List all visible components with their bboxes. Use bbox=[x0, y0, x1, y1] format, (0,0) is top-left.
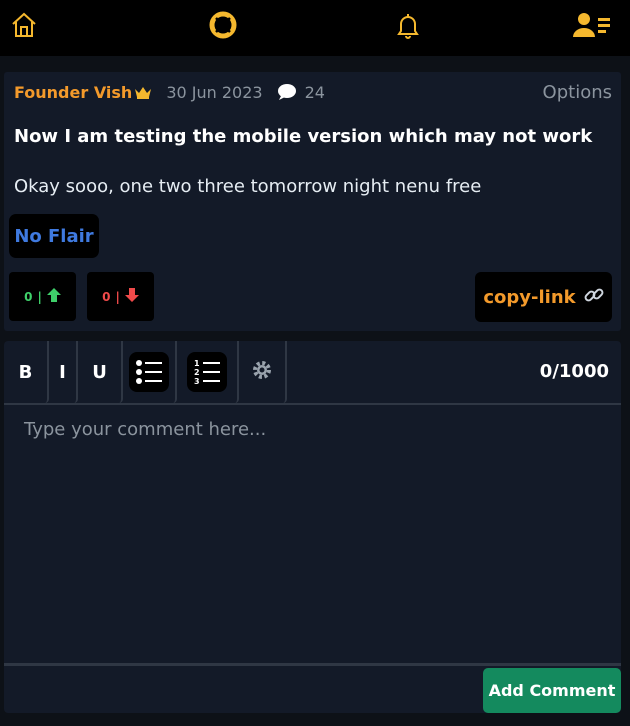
post-title: Now I am testing the mobile version whic… bbox=[14, 126, 593, 147]
bulleted-list-icon bbox=[129, 352, 169, 392]
italic-button[interactable]: I bbox=[49, 341, 78, 403]
post-author[interactable]: Founder Vish bbox=[14, 83, 132, 102]
character-count: 0/1000 bbox=[539, 361, 609, 382]
link-icon bbox=[584, 285, 604, 310]
svg-text:3: 3 bbox=[194, 377, 200, 386]
comment-count: 24 bbox=[304, 82, 325, 102]
downvote-button[interactable]: 0 | bbox=[87, 272, 154, 321]
editor-divider bbox=[4, 663, 621, 666]
settings-button[interactable] bbox=[239, 341, 287, 403]
vote-separator: | bbox=[115, 289, 120, 304]
top-navigation-bar bbox=[0, 0, 630, 56]
bell-icon[interactable] bbox=[393, 10, 423, 40]
comment-editor: B I U 123 0/1000 Add Comment bbox=[4, 341, 621, 713]
arrow-up-icon bbox=[46, 288, 61, 305]
post-meta: Founder Vish 30 Jun 2023 24 bbox=[14, 80, 325, 104]
vote-separator: | bbox=[37, 289, 42, 304]
upvote-button[interactable]: 0 | bbox=[9, 272, 76, 321]
post-date: 30 Jun 2023 bbox=[166, 82, 263, 102]
upvote-count: 0 bbox=[24, 289, 33, 304]
copy-link-button[interactable]: copy-link bbox=[475, 272, 612, 322]
copy-link-label: copy-link bbox=[483, 286, 576, 308]
flair-badge[interactable]: No Flair bbox=[9, 214, 99, 258]
bold-button[interactable]: B bbox=[4, 341, 49, 403]
post-body: Okay sooo, one two three tomorrow night … bbox=[14, 176, 482, 197]
svg-text:2: 2 bbox=[194, 368, 200, 377]
numbered-list-button[interactable]: 123 bbox=[177, 341, 239, 403]
user-menu-icon[interactable] bbox=[571, 10, 613, 40]
svg-text:1: 1 bbox=[194, 359, 200, 368]
editor-toolbar: B I U 123 0/1000 bbox=[4, 341, 621, 405]
underline-button[interactable]: U bbox=[78, 341, 123, 403]
arrow-down-icon bbox=[124, 288, 139, 305]
add-comment-button[interactable]: Add Comment bbox=[483, 668, 621, 713]
crown-icon bbox=[134, 85, 152, 99]
options-button[interactable]: Options bbox=[543, 82, 612, 103]
comment-input[interactable] bbox=[4, 405, 621, 663]
home-icon[interactable] bbox=[9, 10, 39, 40]
lifebuoy-icon[interactable] bbox=[208, 10, 238, 40]
numbered-list-icon: 123 bbox=[187, 352, 227, 392]
bulleted-list-button[interactable] bbox=[123, 341, 177, 403]
gear-icon bbox=[251, 359, 273, 386]
comment-bubble-icon bbox=[277, 83, 297, 101]
downvote-count: 0 bbox=[102, 289, 111, 304]
post-card: Founder Vish 30 Jun 2023 24 Options Now … bbox=[4, 72, 621, 331]
